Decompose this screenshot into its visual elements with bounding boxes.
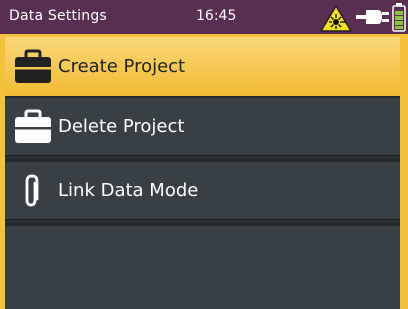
- laser-warning-icon: [320, 4, 352, 32]
- menu-item-label: Create Project: [58, 56, 186, 77]
- menu-item-link-data-mode[interactable]: Link Data Mode: [5, 162, 400, 220]
- menu-item-label: Delete Project: [58, 116, 185, 137]
- power-plug-icon: [356, 10, 389, 24]
- paperclip-icon: [25, 174, 39, 206]
- clock-time: 16:45: [196, 8, 237, 24]
- menu-item-delete-project[interactable]: Delete Project: [5, 98, 400, 156]
- menu-empty-area: [5, 226, 400, 309]
- menu-item-create-project[interactable]: Create Project: [5, 37, 400, 97]
- briefcase-icon: [15, 49, 51, 83]
- screen-title: Data Settings: [9, 8, 107, 24]
- status-bar: Data Settings 16:45: [0, 0, 408, 34]
- settings-menu: Create Project Delete Project Link Data …: [5, 37, 400, 309]
- device-screen: Data Settings 16:45 Create Project Delet…: [0, 0, 408, 309]
- menu-item-label: Link Data Mode: [58, 180, 199, 201]
- battery-icon: [392, 3, 406, 32]
- briefcase-icon: [15, 109, 51, 143]
